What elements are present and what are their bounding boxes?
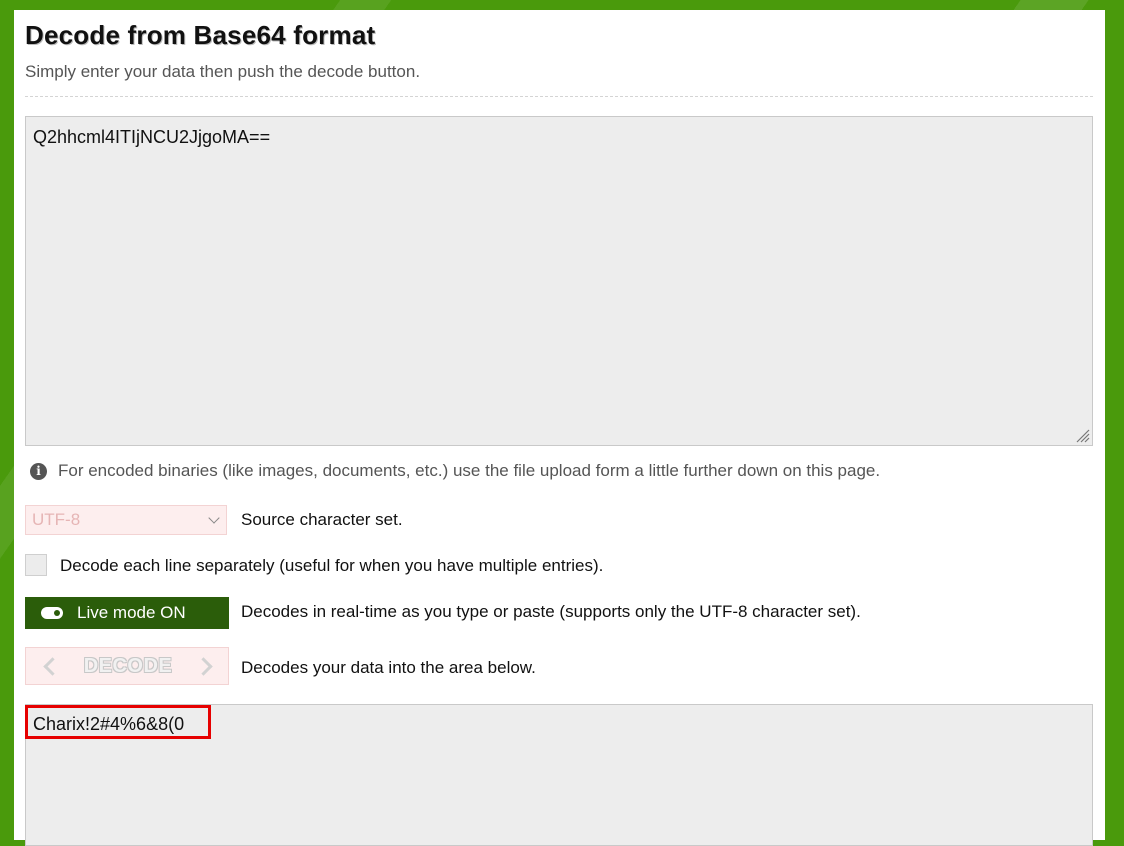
chevron-down-icon xyxy=(208,512,220,524)
page-title: Decode from Base64 format xyxy=(25,20,376,50)
decode-button[interactable]: DECODE xyxy=(25,647,229,685)
decode-lines-separately-checkbox[interactable] xyxy=(25,554,47,576)
live-mode-description: Decodes in real-time as you type or past… xyxy=(241,602,861,621)
input-value: Q2hhcml4ITIjNCU2JjgoMA== xyxy=(33,127,271,147)
info-icon: i xyxy=(30,462,47,480)
resize-grip-icon[interactable] xyxy=(1074,427,1090,443)
divider xyxy=(25,96,1093,97)
chevron-right-icon xyxy=(194,656,213,676)
file-upload-hint: i For encoded binaries (like images, doc… xyxy=(30,461,880,481)
charset-label: Source character set. xyxy=(241,510,403,529)
decode-description: Decodes your data into the area below. xyxy=(241,658,536,677)
decode-lines-separately-label[interactable]: Decode each line separately (useful for … xyxy=(60,556,603,576)
decode-button-label: DECODE xyxy=(83,654,173,677)
decoded-output-textarea[interactable]: Charix!2#4%6&8(0 xyxy=(25,704,1093,846)
file-upload-hint-text: For encoded binaries (like images, docum… xyxy=(58,461,881,480)
page-subtitle: Simply enter your data then push the dec… xyxy=(25,62,421,81)
charset-selected-value: UTF-8 xyxy=(32,510,81,529)
base64-input-textarea[interactable]: Q2hhcml4ITIjNCU2JjgoMA== xyxy=(25,116,1093,446)
live-mode-toggle-button[interactable]: Live mode ON xyxy=(25,597,229,629)
live-mode-label: Live mode ON xyxy=(77,603,186,622)
decoder-panel: Decode from Base64 format Simply enter y… xyxy=(14,10,1105,846)
toggle-on-icon xyxy=(41,607,63,619)
chevron-left-icon xyxy=(43,656,62,676)
output-value: Charix!2#4%6&8(0 xyxy=(33,714,185,734)
charset-select[interactable]: UTF-8 xyxy=(25,505,227,535)
